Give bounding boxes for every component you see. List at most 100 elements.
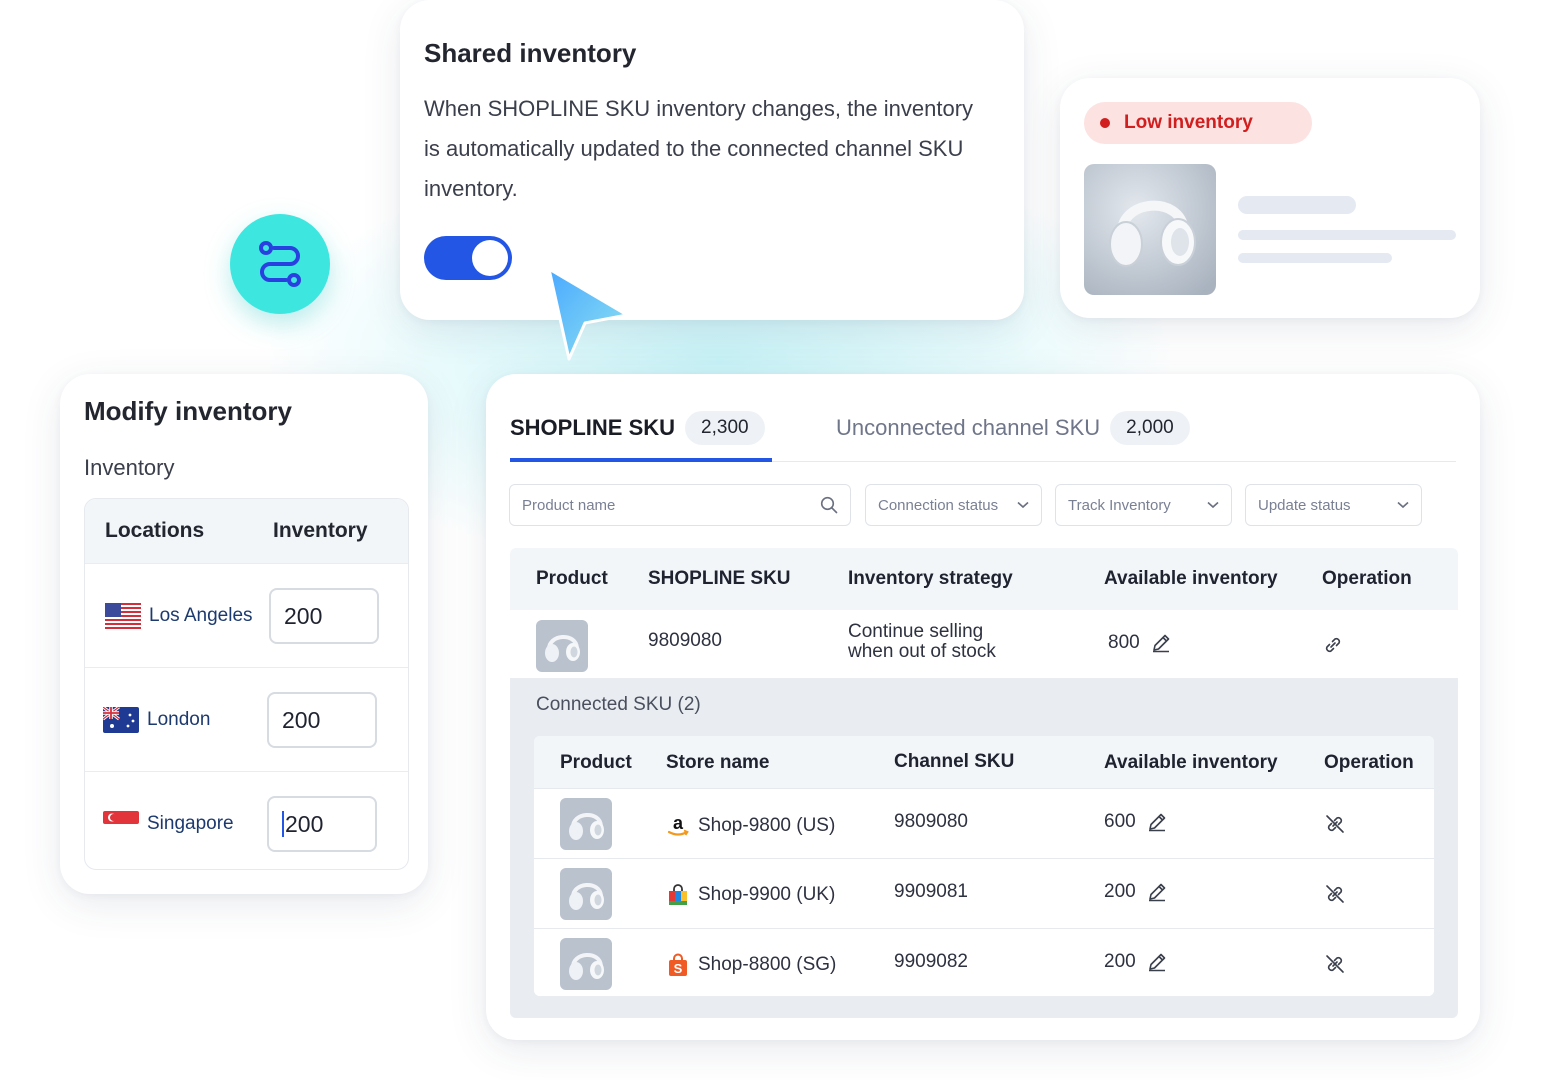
strategy-line: when out of stock [848, 641, 996, 662]
skeleton-line [1238, 230, 1456, 240]
link-icon[interactable] [1322, 634, 1344, 656]
sku-table-header: Product SHOPLINE SKU Inventory strategy … [510, 548, 1458, 610]
store-name: S Shop-8800 (SG) [666, 953, 836, 977]
column-header: Store name [666, 752, 770, 773]
available-inventory: 800 [1108, 632, 1172, 654]
column-header: Available inventory [1104, 568, 1278, 589]
store-label: Shop-9800 (US) [698, 815, 836, 836]
connection-status-select[interactable]: Connection status [865, 484, 1042, 526]
available-value: 800 [1108, 632, 1140, 654]
shared-inventory-description: When SHOPLINE SKU inventory changes, the… [424, 96, 974, 201]
inventory-column-header: Inventory [273, 519, 368, 542]
store-name: a Shop-9800 (US) [666, 813, 835, 839]
shared-inventory-toggle[interactable] [424, 236, 512, 280]
column-header: Operation [1322, 568, 1412, 589]
toggle-knob [472, 240, 508, 276]
available-value: 600 [1104, 811, 1136, 833]
shopline-sku: 9809080 [648, 630, 722, 651]
headphones-image [1084, 164, 1216, 295]
shopping-bag-icon [669, 884, 687, 905]
location-name: Singapore [147, 812, 234, 834]
unlink-icon[interactable] [1324, 813, 1346, 835]
tab-count: 2,300 [685, 411, 765, 445]
edit-pencil-icon[interactable] [1150, 632, 1172, 654]
svg-text:S: S [674, 961, 683, 976]
table-row: 9809080 Continue selling when out of stoc… [510, 610, 1458, 678]
tab-shopline-sku[interactable]: SHOPLINE SKU 2,300 [510, 411, 772, 462]
select-label: Connection status [878, 496, 999, 514]
chevron-down-icon [1397, 501, 1409, 509]
available-value: 200 [1104, 951, 1136, 973]
channel-sku: 9809080 [894, 811, 968, 832]
location-name: London [147, 708, 211, 730]
location-name: Los Angeles [149, 604, 253, 626]
column-header: Inventory strategy [848, 568, 1013, 589]
inventory-input[interactable]: 200 [269, 588, 379, 644]
modify-inventory-card: Modify inventory Inventory Locations Inv… [60, 374, 428, 894]
connected-sku-table: Product Store name Channel SKU Available… [534, 736, 1434, 996]
tab-label: Unconnected channel SKU [836, 415, 1101, 440]
edit-pencil-icon[interactable] [1146, 811, 1168, 833]
inventory-input[interactable]: 200 [267, 692, 377, 748]
skeleton-line [1238, 196, 1356, 214]
low-inventory-badge: Low inventory [1084, 102, 1312, 144]
table-row: Shop-9900 (UK) 9909081 200 [534, 858, 1434, 928]
unlink-icon[interactable] [1324, 953, 1346, 975]
product-thumbnail [560, 938, 612, 990]
store-label: Shop-9900 (UK) [698, 884, 836, 905]
locations-table-header: Locations Inventory [85, 499, 408, 563]
product-thumbnail [560, 798, 612, 850]
column-header: Operation [1324, 752, 1414, 773]
locations-column-header: Locations [105, 519, 205, 542]
column-header: SHOPLINE SKU [648, 568, 791, 589]
inventory-subtitle: Inventory [84, 455, 175, 480]
low-inventory-label: Low inventory [1124, 112, 1253, 133]
connected-sku-section: Connected SKU (2) Product Store name Cha… [510, 678, 1458, 1018]
svg-text:a: a [673, 813, 684, 833]
modify-inventory-title: Modify inventory [84, 396, 293, 426]
cursor-arrow-icon [547, 267, 629, 361]
channel-sku: 9909082 [894, 951, 968, 972]
text-caret [282, 811, 284, 837]
store-name: Shop-9900 (UK) [666, 883, 835, 907]
low-inventory-card: Low inventory [1060, 78, 1480, 318]
connected-table-header: Product Store name Channel SKU Available… [534, 736, 1434, 788]
location-row: London 200 [85, 667, 408, 771]
update-status-select[interactable]: Update status [1245, 484, 1422, 526]
inventory-input-focused[interactable]: 200 [267, 796, 377, 852]
sku-tabs: SHOPLINE SKU 2,300 Unconnected channel S… [510, 411, 1456, 462]
chevron-down-icon [1017, 501, 1029, 509]
status-dot [1100, 118, 1110, 128]
track-inventory-select[interactable]: Track Inventory [1055, 484, 1232, 526]
inventory-input-value: 200 [285, 810, 324, 837]
search-icon [820, 496, 838, 514]
au-flag-icon [103, 706, 139, 733]
column-header: Channel SKU [894, 751, 1015, 772]
inventory-strategy: Continue selling when out of stock [848, 622, 996, 662]
sku-table-card: SHOPLINE SKU 2,300 Unconnected channel S… [486, 374, 1480, 1040]
edit-pencil-icon[interactable] [1146, 951, 1168, 973]
product-search-input[interactable]: Product name [509, 484, 851, 526]
sg-flag-icon [103, 810, 139, 837]
column-header: Available inventory [1104, 752, 1278, 773]
product-thumbnail [560, 868, 612, 920]
shared-inventory-card: Shared inventory When SHOPLINE SKU inven… [400, 0, 1024, 320]
shopee-icon: S [669, 953, 687, 976]
sku-table: Product SHOPLINE SKU Inventory strategy … [510, 548, 1458, 1018]
unlink-icon[interactable] [1324, 883, 1346, 905]
sync-route-icon [230, 214, 330, 314]
location-row: Los Angeles 200 [85, 563, 408, 667]
connected-sku-label: Connected SKU (2) [536, 694, 701, 715]
amazon-icon: a [667, 813, 689, 836]
skeleton-line [1238, 253, 1392, 263]
table-row: a Shop-9800 (US) 9809080 600 [534, 788, 1434, 858]
available-inventory: 200 [1104, 881, 1168, 903]
shared-inventory-title: Shared inventory [424, 38, 637, 68]
tab-unconnected-channel-sku[interactable]: Unconnected channel SKU 2,000 [836, 411, 1190, 462]
channel-sku: 9909081 [894, 881, 968, 902]
locations-table: Locations Inventory Los Angeles 200 Lond… [84, 498, 409, 870]
search-placeholder: Product name [522, 496, 616, 514]
select-label: Track Inventory [1068, 496, 1171, 514]
edit-pencil-icon[interactable] [1146, 881, 1168, 903]
chevron-down-icon [1207, 501, 1219, 509]
